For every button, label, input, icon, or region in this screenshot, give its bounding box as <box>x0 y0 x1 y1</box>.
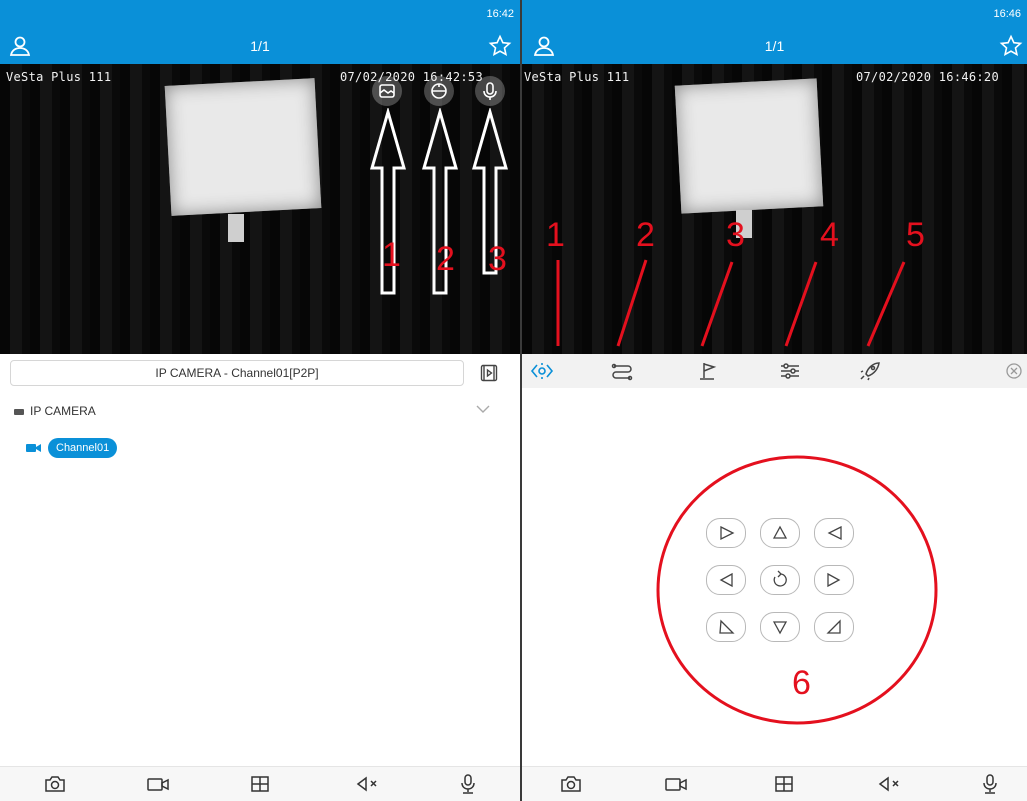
preset-flag-icon[interactable] <box>696 360 720 382</box>
camera-icon[interactable] <box>560 775 582 793</box>
video-feed[interactable]: VeSta Plus 111 07/02/2020 16:46:20 1 2 3… <box>522 64 1027 354</box>
mute-icon[interactable] <box>878 775 902 793</box>
channel-selector[interactable]: IP CAMERA - Channel01[P2P] <box>10 360 464 386</box>
annotation-number: 6 <box>792 664 811 702</box>
grid-icon[interactable] <box>774 775 794 793</box>
video-record-icon[interactable] <box>146 775 170 793</box>
annotation-number: 1 <box>382 236 401 274</box>
annotation-number: 3 <box>726 216 745 254</box>
annotation-lines <box>556 259 906 347</box>
timestamp-overlay: 07/02/2020 16:42:53 <box>340 70 483 84</box>
playback-icon[interactable] <box>480 364 498 382</box>
chevron-down-icon[interactable] <box>476 404 490 414</box>
video-object <box>164 78 322 216</box>
annotation-number: 1 <box>546 216 565 254</box>
video-feed[interactable]: VeSta Plus 111 07/02/2020 16:42:53 1 2 3 <box>0 64 520 354</box>
live-view-panel-left: 16:42 1/1 VeSta Plus 111 07/02/2020 16:4… <box>0 0 520 801</box>
camera-channel-icon <box>26 442 42 454</box>
microphone-icon[interactable] <box>458 773 478 795</box>
video-record-icon[interactable] <box>664 775 688 793</box>
page-indicator: 1/1 <box>250 38 270 54</box>
camera-icon[interactable] <box>44 775 66 793</box>
page-indicator: 1/1 <box>764 38 785 54</box>
direction-icon[interactable] <box>530 360 554 382</box>
microphone-icon[interactable] <box>980 773 1000 795</box>
annotation-number: 3 <box>488 240 507 278</box>
route-icon[interactable] <box>610 360 634 382</box>
status-time: 16:46 <box>993 8 1021 20</box>
mute-icon[interactable] <box>356 775 380 793</box>
live-view-panel-right: 16:46 1/1 VeSta Plus 111 07/02/2020 16:4… <box>522 0 1027 801</box>
ptz-dome-icon[interactable] <box>424 76 454 106</box>
camera-name-overlay: VeSta Plus 111 <box>6 70 112 84</box>
device-tree-root[interactable]: IP CAMERA <box>14 404 96 418</box>
annotation-number: 5 <box>906 216 925 254</box>
bottom-toolbar <box>0 766 520 801</box>
status-time: 16:42 <box>486 8 514 20</box>
status-bar: 16:46 <box>522 0 1027 28</box>
channel-chip[interactable]: Channel01 <box>48 438 118 458</box>
picture-icon[interactable] <box>372 76 402 106</box>
status-bar: 16:42 <box>0 0 520 28</box>
bottom-toolbar <box>522 766 1027 801</box>
star-icon[interactable] <box>488 34 512 58</box>
title-bar: 1/1 <box>522 28 1027 64</box>
grid-icon[interactable] <box>250 775 270 793</box>
rocket-icon[interactable] <box>858 360 882 382</box>
star-icon[interactable] <box>999 34 1023 58</box>
title-bar: 1/1 <box>0 28 520 64</box>
annotation-number: 2 <box>636 216 655 254</box>
nvr-icon <box>14 408 24 415</box>
settings-sliders-icon[interactable] <box>778 360 802 382</box>
annotation-number: 4 <box>820 216 839 254</box>
microphone-icon[interactable] <box>475 76 505 106</box>
ptz-toolbar <box>522 354 1027 388</box>
close-icon[interactable] <box>1005 362 1023 380</box>
annotation-number: 2 <box>436 240 455 278</box>
device-name: IP CAMERA <box>30 404 96 418</box>
